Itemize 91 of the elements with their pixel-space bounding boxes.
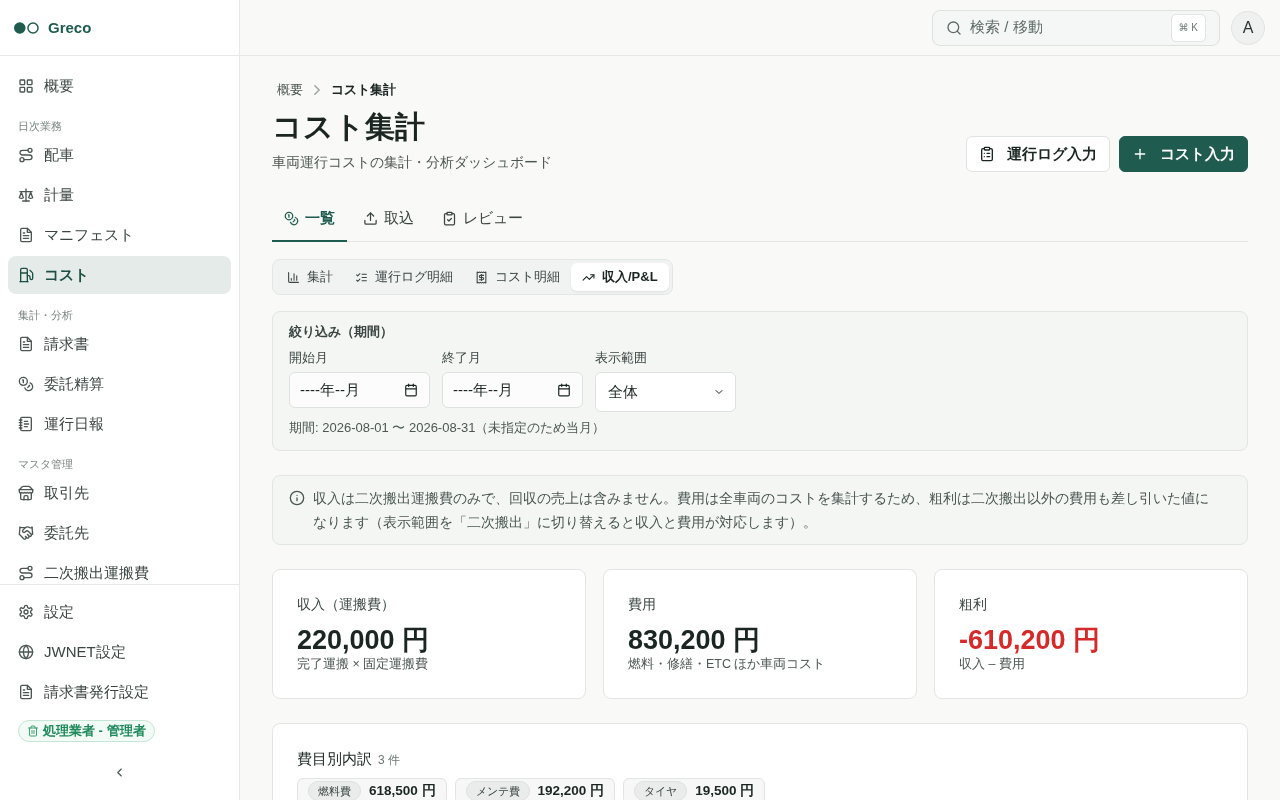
- route-icon: [18, 147, 34, 163]
- category-tag: 燃料費: [308, 781, 361, 800]
- plus-icon: [1132, 146, 1148, 162]
- coins-icon: [18, 376, 34, 392]
- card-title: 費目別内訳: [297, 749, 372, 769]
- nav-item[interactable]: 配車: [8, 136, 231, 174]
- shortcut-key: ⌘ K: [1170, 13, 1206, 42]
- scale-icon: [18, 187, 34, 203]
- info-icon: [289, 490, 305, 506]
- brand-name: Greco: [48, 19, 92, 36]
- search-icon: [946, 19, 962, 36]
- view-tab[interactable]: 収入/P&L: [571, 263, 669, 291]
- nav-item[interactable]: コスト: [8, 256, 231, 294]
- calendar-icon: [404, 383, 418, 397]
- month-field[interactable]: ----年--月: [289, 372, 430, 408]
- log-entry-button[interactable]: 運行ログ入力: [966, 136, 1110, 172]
- field-label: 開始月: [289, 349, 328, 367]
- nav-item[interactable]: 概要: [8, 67, 231, 105]
- period-text: 期間: 2026-08-01 〜 2026-08-31（未指定のため当月）: [289, 419, 607, 437]
- chevron-left-icon: [116, 766, 123, 778]
- route-icon: [18, 565, 34, 581]
- chevron-right-icon: [314, 85, 320, 95]
- filter-title: 絞り込み（期間）: [289, 323, 394, 341]
- stat-note: 完了運搬 × 固定運搬費: [297, 656, 430, 672]
- document-icon: [18, 227, 34, 243]
- stat-label: 費用: [628, 595, 657, 614]
- nav-item[interactable]: マニフェスト: [8, 216, 231, 254]
- fuel-pump-icon: [18, 267, 34, 283]
- nav-item[interactable]: 取引先: [8, 474, 231, 512]
- role-label: 処理業者 - 管理者: [43, 722, 146, 740]
- coins-icon: [284, 210, 299, 226]
- user-avatar[interactable]: A: [1231, 10, 1265, 45]
- view-tab[interactable]: コスト明細: [464, 263, 571, 291]
- tab[interactable]: 取込: [351, 196, 426, 242]
- receipt-icon: [475, 270, 488, 284]
- document-icon: [18, 336, 34, 352]
- clipboard-icon: [979, 146, 995, 162]
- amount: 618,500 円: [369, 782, 436, 800]
- tab[interactable]: 一覧: [272, 196, 347, 242]
- stat-value: 830,200 円: [628, 624, 762, 656]
- stat-label: 粗利: [959, 595, 988, 614]
- breadcrumb-current: コスト集計: [331, 81, 396, 99]
- page-title: コスト集計: [272, 109, 426, 145]
- upload-icon: [363, 210, 378, 226]
- item-count: 3 件: [378, 752, 400, 769]
- search-field[interactable]: 検索 / 移動 ⌘ K: [932, 9, 1220, 46]
- breadcrumb-link[interactable]: 概要: [277, 81, 303, 99]
- nav-item[interactable]: 運行日報: [8, 405, 231, 443]
- settings-icon: [18, 604, 34, 620]
- amount: 19,500 円: [695, 782, 755, 800]
- nav-item[interactable]: 委託先: [8, 514, 231, 552]
- nav-section-heading: マスタ管理: [17, 457, 74, 472]
- nav-item[interactable]: JWNET設定: [8, 633, 231, 671]
- nav-item[interactable]: 請求書: [8, 325, 231, 363]
- amount: 192,200 円: [537, 782, 605, 800]
- store-icon: [18, 485, 34, 501]
- month-field[interactable]: ----年--月: [442, 372, 583, 408]
- nav-section-heading: 集計・分析: [17, 308, 74, 323]
- info-text: 収入は二次搬出運搬費のみで、回収の売上は含みません。費用は全車両のコストを集計するため、粗利は二次搬出以外の費用も差し引いた値になります（表示範囲を「二次搬出」に切り替えると収入と費用が対応します）。: [313, 489, 1210, 532]
- handshake-icon: [18, 525, 34, 541]
- calendar-icon: [557, 383, 571, 397]
- stat-label: 収入（運搬費）: [297, 595, 396, 614]
- stat-value: 220,000 円: [297, 624, 431, 656]
- document-icon: [18, 684, 34, 700]
- clipboard-check-icon: [442, 210, 457, 226]
- notebook-icon: [18, 416, 34, 432]
- field-label: 終了月: [442, 349, 481, 367]
- view-tab[interactable]: 集計: [276, 263, 344, 291]
- logo-icon: [14, 21, 39, 34]
- nav-item[interactable]: 二次搬出運搬費: [8, 554, 231, 584]
- stat-note: 燃料・修繕・ETC ほか車両コスト: [628, 656, 827, 672]
- stat-note: 収入 – 費用: [959, 656, 1026, 672]
- add-cost-button[interactable]: コスト入力: [1119, 136, 1248, 172]
- page-subtitle: 車両運行コストの集計・分析ダッシュボード: [272, 153, 552, 172]
- bar-chart-icon: [287, 270, 300, 284]
- nav-item[interactable]: 委託精算: [8, 365, 231, 403]
- tab[interactable]: レビュー: [430, 196, 535, 242]
- category-tag: タイヤ: [634, 781, 688, 800]
- checklist-icon: [355, 270, 368, 284]
- nav-item[interactable]: 設定: [8, 593, 231, 631]
- grid-icon: [18, 78, 34, 94]
- field-label: 表示範囲: [595, 349, 647, 367]
- nav-item[interactable]: 計量: [8, 176, 231, 214]
- select-field[interactable]: 全体: [595, 372, 736, 412]
- trash-can-icon: [27, 725, 39, 737]
- nav-item[interactable]: 請求書発行設定: [8, 673, 231, 711]
- stat-value: -610,200 円: [959, 624, 1102, 656]
- globe-icon: [18, 644, 34, 660]
- view-tab[interactable]: 運行ログ明細: [344, 263, 464, 291]
- nav-section-heading: 日次業務: [17, 119, 63, 134]
- category-tag: メンテ費: [465, 781, 530, 800]
